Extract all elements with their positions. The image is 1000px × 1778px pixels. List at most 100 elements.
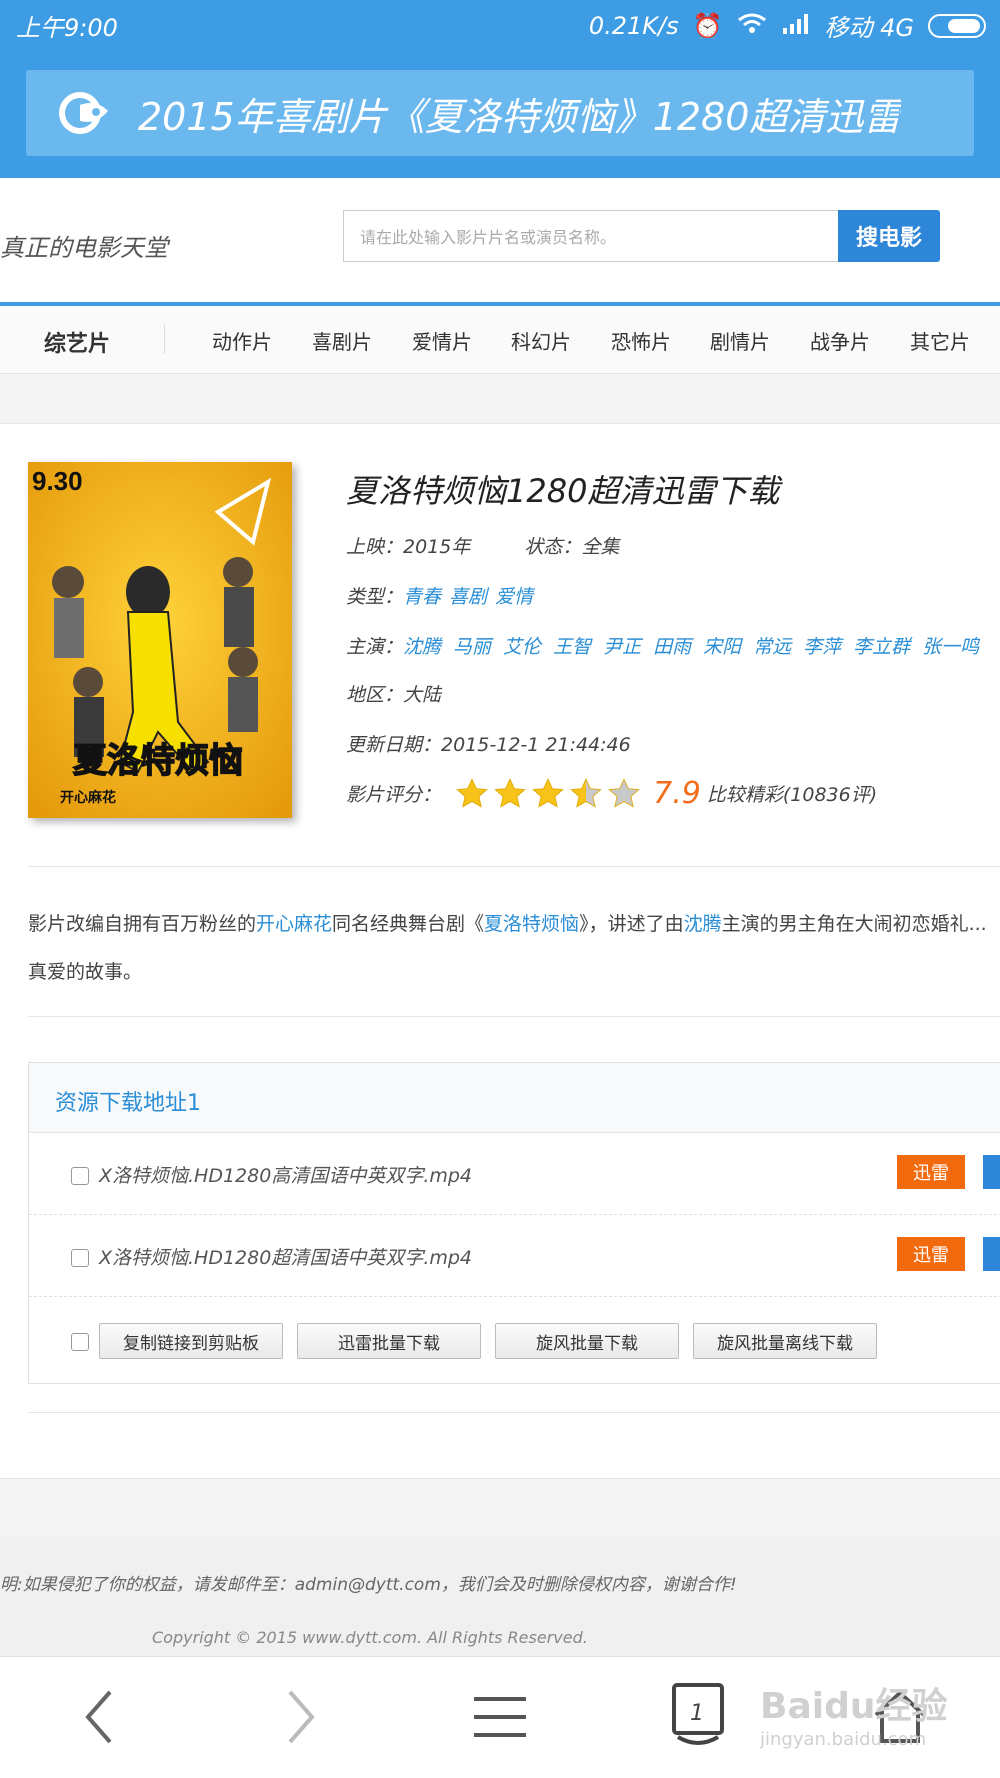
- battery-icon: [928, 13, 986, 38]
- browser-topbar: 上午9:00 0.21K/s ⏰ 移动 4G 2015年喜剧片《夏洛特烦恼》12…: [0, 0, 1000, 178]
- genre-link[interactable]: 爱情: [495, 586, 533, 608]
- nav-item-variety[interactable]: 综艺片: [44, 326, 110, 358]
- region-label: 地区：: [346, 684, 404, 706]
- cast-link[interactable]: 李萍: [803, 636, 841, 658]
- nav-item-romance[interactable]: 爱情片: [412, 326, 472, 355]
- xunlei-batch-button[interactable]: 迅雷批量下载: [297, 1323, 481, 1359]
- star-empty-icon: [608, 777, 640, 808]
- status-bar: 上午9:00 0.21K/s ⏰ 移动 4G: [0, 0, 1000, 48]
- cast-link[interactable]: 沈腾: [403, 636, 441, 658]
- site-slogan: 真正的电影天堂: [0, 234, 168, 262]
- xunlei-download-button[interactable]: 迅雷: [897, 1237, 965, 1271]
- release-value: 2015年: [403, 536, 471, 558]
- divider: [28, 866, 1000, 867]
- star-full-icon: [532, 777, 564, 808]
- tab-count: 1: [690, 1701, 704, 1726]
- cast-link[interactable]: 宋阳: [703, 636, 741, 658]
- cast-row: 主演：沈腾 马丽 艾伦 王智 尹正 田雨 宋阳 常远 李萍 李立群 张一鸣: [346, 632, 991, 659]
- release-row: 上映：2015年 状态：全集: [346, 532, 619, 559]
- category-nav: 综艺片 动作片 喜剧片 爱情片 科幻片 恐怖片 剧情片 战争片 其它片: [0, 302, 1000, 374]
- footer-spacer: [0, 1478, 1000, 1536]
- genre-label: 类型：: [346, 586, 404, 608]
- rating-text: 比较精彩(10836评): [706, 784, 878, 806]
- state-value: 全集: [581, 536, 620, 558]
- file-name[interactable]: X洛特烦恼.HD1280高清国语中英双字.mp4: [99, 1161, 472, 1188]
- download-header: 资源下载地址1: [29, 1063, 1000, 1133]
- cast-link[interactable]: 尹正: [603, 636, 641, 658]
- desc-link[interactable]: 沈腾: [684, 913, 722, 935]
- star-full-icon: [494, 777, 526, 808]
- nav-item-other[interactable]: 其它片: [910, 326, 970, 355]
- watermark-brand: Baidu经验: [760, 1686, 948, 1727]
- desc-link[interactable]: 夏洛特烦恼: [484, 913, 579, 935]
- cast-link[interactable]: 艾伦: [503, 636, 541, 658]
- desc-text: 》，讲述了由: [579, 913, 684, 935]
- forward-icon[interactable]: [280, 1687, 320, 1751]
- xuanfeng-offline-button[interactable]: 旋风批量离线下载: [693, 1323, 877, 1359]
- page-title: 2015年喜剧片《夏洛特烦恼》1280超清迅雷: [138, 94, 902, 139]
- page-title-bar[interactable]: 2015年喜剧片《夏洛特烦恼》1280超清迅雷: [26, 70, 974, 156]
- download-row: X洛特烦恼.HD1280高清国语中英双字.mp4 迅雷: [29, 1133, 1000, 1215]
- nav-item-scifi[interactable]: 科幻片: [511, 326, 571, 355]
- cast-label: 主演：: [346, 636, 404, 658]
- genre-link[interactable]: 青春: [403, 586, 441, 608]
- desc-text: 同名经典舞台剧《: [332, 913, 485, 935]
- star-half-icon: [570, 777, 602, 808]
- baidu-watermark: Baidu经验 jingyan.baidu.com: [760, 1677, 947, 1750]
- cast-link[interactable]: 王智: [553, 636, 591, 658]
- description-line-2: 真爱的故事。: [28, 961, 143, 983]
- file-checkbox[interactable]: [71, 1167, 89, 1185]
- download-heading: 资源下载地址1: [55, 1091, 201, 1116]
- xunlei-download-button[interactable]: 迅雷: [897, 1155, 965, 1189]
- alarm-icon: ⏰: [692, 11, 723, 40]
- watermark-url: jingyan.baidu.com: [760, 1729, 927, 1750]
- poster-title: 夏洛特烦恼: [73, 741, 243, 781]
- spacer-strip: [0, 374, 1000, 424]
- search-button[interactable]: 搜电影: [838, 210, 940, 262]
- xuanfeng-batch-button[interactable]: 旋风批量下载: [495, 1323, 679, 1359]
- rating-row: 影片评分： 7.9 比较精彩(10836评): [346, 776, 877, 811]
- nav-item-drama[interactable]: 剧情片: [710, 326, 770, 355]
- region-row: 地区：大陆: [346, 680, 441, 707]
- poster-date: 9.30: [32, 466, 83, 496]
- nav-item-horror[interactable]: 恐怖片: [611, 326, 671, 355]
- release-label: 上映：: [346, 536, 404, 558]
- divider: [28, 1412, 1000, 1413]
- cast-link[interactable]: 李立群: [853, 636, 910, 658]
- nav-item-war[interactable]: 战争片: [810, 326, 870, 355]
- genre-row: 类型：青春 喜剧 爱情: [346, 582, 541, 609]
- desc-text: 影片改编自拥有百万粉丝的: [28, 913, 257, 935]
- rating-label: 影片评分：: [346, 784, 442, 806]
- description-line-1: 影片改编自拥有百万粉丝的开心麻花同名经典舞台剧《夏洛特烦恼》，讲述了由沈腾主演的…: [28, 900, 1000, 948]
- desc-text: 主演的男主角在大闹初恋婚礼...: [721, 913, 987, 935]
- updated-value: 2015-12-1 21:44:46: [441, 734, 631, 756]
- site-header: 真正的电影天堂 请在此处输入影片片名或演员名称。 搜电影: [0, 178, 1000, 304]
- file-checkbox[interactable]: [71, 1249, 89, 1267]
- cast-link[interactable]: 马丽: [453, 636, 491, 658]
- download-button-blue[interactable]: [983, 1237, 1000, 1271]
- genre-link[interactable]: 喜剧: [449, 586, 487, 608]
- browser-bottom-bar: 1 Baidu经验 jingyan.baidu.com: [0, 1656, 1000, 1778]
- star-full-icon: [456, 777, 488, 808]
- cast-link[interactable]: 常远: [753, 636, 791, 658]
- site-footer: 明:如果侵犯了你的权益，请发邮件至：admin@dytt.com，我们会及时删除…: [0, 1536, 1000, 1656]
- nav-item-action[interactable]: 动作片: [212, 326, 272, 355]
- cast-link[interactable]: 田雨: [653, 636, 691, 658]
- movie-poster[interactable]: 9.30 夏洛特烦恼 开心麻花: [28, 462, 292, 818]
- rating-score: 7.9: [653, 776, 701, 811]
- signal-icon: [781, 12, 811, 40]
- cast-link[interactable]: 张一鸣: [922, 636, 979, 658]
- copy-links-button[interactable]: 复制链接到剪贴板: [99, 1323, 283, 1359]
- file-name[interactable]: X洛特烦恼.HD1280超清国语中英双字.mp4: [99, 1243, 472, 1270]
- menu-icon[interactable]: [470, 1687, 530, 1751]
- desc-link[interactable]: 开心麻花: [256, 913, 332, 935]
- select-all-checkbox[interactable]: [71, 1333, 89, 1351]
- nav-divider: [164, 324, 165, 354]
- nav-item-comedy[interactable]: 喜剧片: [312, 326, 372, 355]
- back-icon[interactable]: [80, 1687, 120, 1751]
- status-right: 0.21K/s ⏰ 移动 4G: [589, 8, 986, 43]
- state-label: 状态：: [524, 536, 582, 558]
- divider: [28, 1016, 1000, 1017]
- download-button-blue[interactable]: [983, 1155, 1000, 1189]
- search-input[interactable]: 请在此处输入影片片名或演员名称。: [343, 210, 839, 262]
